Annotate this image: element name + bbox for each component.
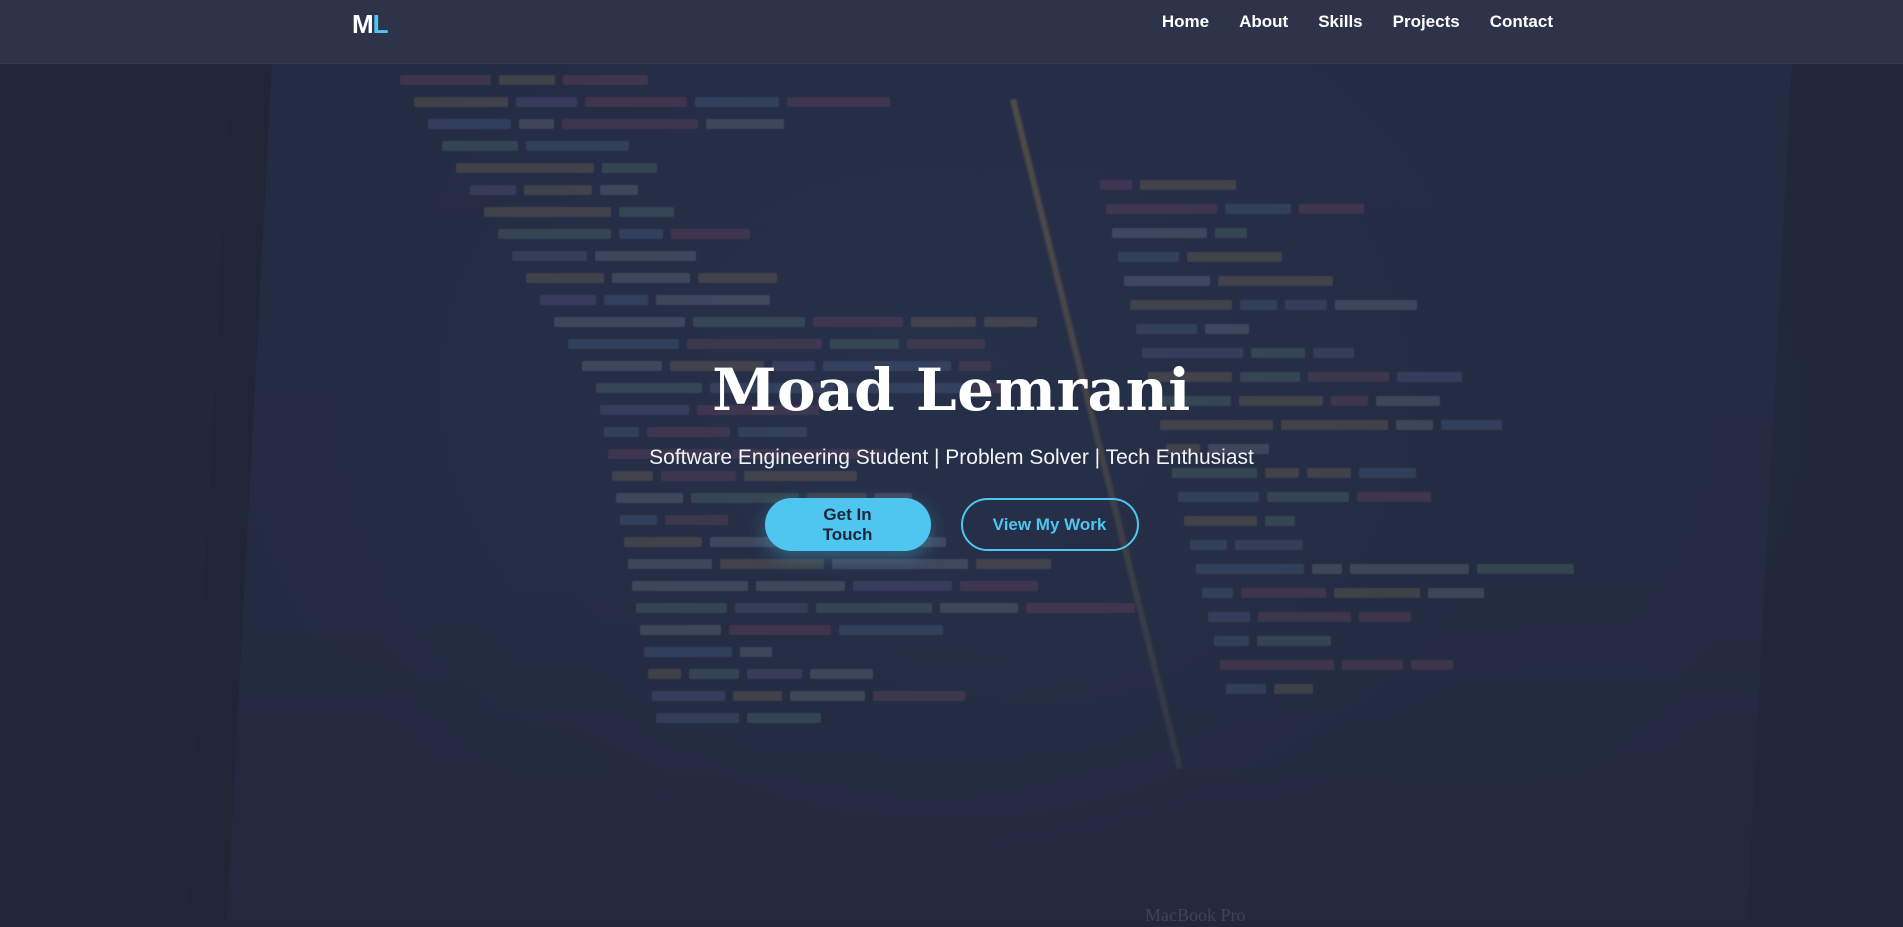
hero-section: MacBook Pro Moad Lemrani Software Engine… xyxy=(0,0,1903,927)
hero-name: Moad Lemrani xyxy=(712,356,1191,424)
site-logo[interactable]: ML xyxy=(352,9,389,40)
nav-link-contact[interactable]: Contact xyxy=(1490,12,1553,32)
nav-link-home[interactable]: Home xyxy=(1162,12,1209,32)
logo-letter-l: L xyxy=(372,9,389,39)
hero-content: Moad Lemrani Software Engineering Studen… xyxy=(0,355,1903,551)
nav-link-about[interactable]: About xyxy=(1239,12,1288,32)
hero-tagline: Software Engineering Student | Problem S… xyxy=(649,446,1254,469)
get-in-touch-button[interactable]: Get In Touch xyxy=(764,498,931,551)
navbar: ML Home About Skills Projects Contact xyxy=(0,0,1903,64)
view-my-work-button[interactable]: View My Work xyxy=(960,498,1139,551)
logo-letter-m: M xyxy=(352,9,374,39)
nav-link-projects[interactable]: Projects xyxy=(1393,12,1460,32)
nav-links: Home About Skills Projects Contact xyxy=(1162,12,1553,32)
laptop-brand-text: MacBook Pro xyxy=(1145,905,1246,925)
hero-buttons: Get In Touch View My Work xyxy=(0,498,1903,551)
nav-link-skills[interactable]: Skills xyxy=(1318,12,1362,32)
